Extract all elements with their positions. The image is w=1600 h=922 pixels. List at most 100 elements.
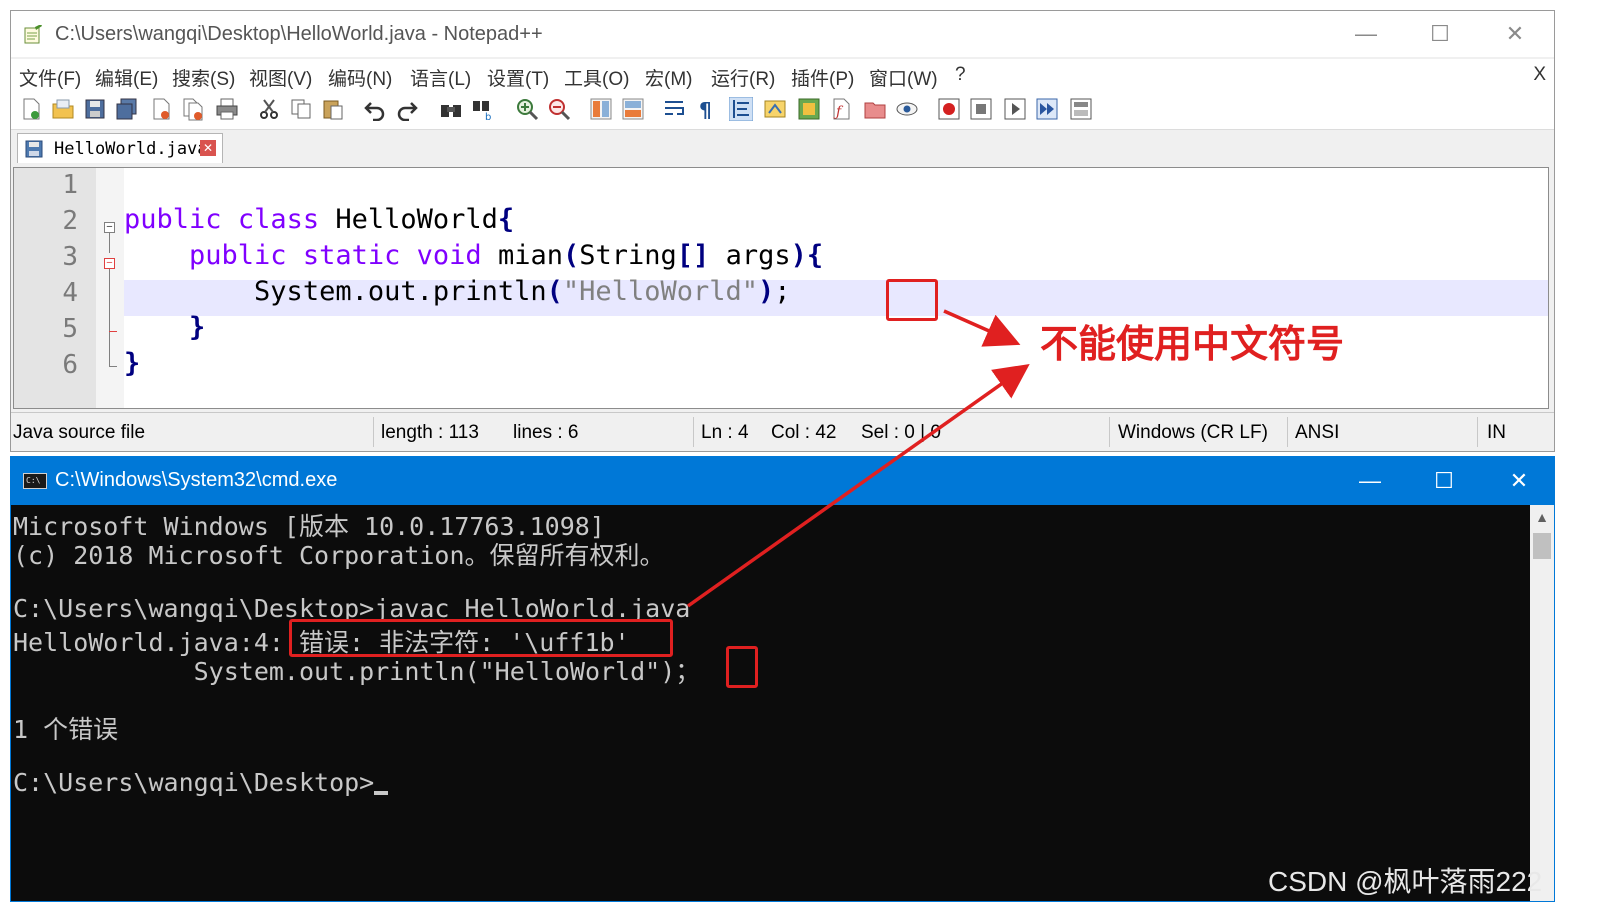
notepadpp-window: C:\Users\wangqi\Desktop\HelloWorld.java … (10, 10, 1555, 452)
menu-macro[interactable]: 宏(M) (645, 64, 692, 91)
menu-search[interactable]: 搜索(S) (172, 64, 235, 91)
code-editor[interactable]: 1 2 3 4 5 6 − − public class HelloWorld{… (13, 167, 1549, 409)
status-insert-mode: IN (1487, 422, 1506, 443)
scrollbar-thumb[interactable] (1533, 533, 1551, 559)
tab-helloworld-java[interactable]: HelloWorld.java ✕ (17, 133, 223, 163)
open-file-icon[interactable] (51, 97, 75, 121)
user-language-icon[interactable] (763, 97, 787, 121)
line-number: 4 (62, 278, 78, 308)
indent-guide-icon[interactable] (729, 97, 753, 121)
keyword-public: public (189, 240, 287, 271)
function-list-icon[interactable]: ƒ (829, 97, 853, 121)
line-number: 2 (62, 206, 78, 236)
menu-settings[interactable]: 设置(T) (487, 64, 549, 91)
paste-icon[interactable] (321, 97, 345, 121)
find-icon[interactable] (439, 97, 463, 121)
console-prompt: C:\Users\wangqi\Desktop> (13, 768, 375, 797)
document-map-icon[interactable] (797, 97, 821, 121)
notepadpp-app-icon (24, 25, 42, 44)
string-literal: "HelloWorld" (562, 276, 758, 307)
word-wrap-icon[interactable] (663, 97, 687, 121)
menu-help[interactable]: ? (955, 64, 966, 86)
menu-tools[interactable]: 工具(O) (564, 64, 629, 91)
undo-icon[interactable] (363, 97, 387, 121)
method-name: mian (497, 240, 563, 271)
show-all-characters-icon[interactable]: ¶ (695, 97, 719, 121)
run-macro-multiple-icon[interactable] (1035, 97, 1059, 121)
status-column: Col : 42 (771, 422, 837, 443)
cmd-minimize-button[interactable]: — (1350, 466, 1390, 496)
notepad-maximize-button[interactable]: ☐ (1420, 19, 1460, 49)
close-all-icon[interactable] (181, 97, 205, 121)
notepad-minimize-button[interactable]: — (1346, 19, 1386, 49)
svg-text:¶: ¶ (699, 98, 712, 121)
param-name: args (725, 240, 791, 271)
folder-workspace-icon[interactable] (863, 97, 887, 121)
sync-horizontal-icon[interactable] (621, 97, 645, 121)
cmd-scrollbar[interactable]: ▲ (1530, 505, 1554, 901)
menu-plugins[interactable]: 插件(P) (791, 64, 854, 91)
fullwidth-semicolon: ; (774, 276, 791, 307)
cmd-window: C:\ C:\Windows\System32\cmd.exe — ☐ ✕ Mi… (10, 456, 1555, 902)
code-line-3: public static void mian(String[] args){ (124, 240, 823, 271)
menu-close-document[interactable]: X (1533, 64, 1546, 86)
keyword-public: public (124, 204, 222, 235)
playback-macro-icon[interactable] (1003, 97, 1027, 121)
cmd-titlebar: C:\ C:\Windows\System32\cmd.exe — ☐ ✕ (11, 457, 1554, 505)
save-macro-icon[interactable] (1069, 97, 1093, 121)
menu-edit[interactable]: 编辑(E) (95, 64, 158, 91)
sync-vertical-icon[interactable] (589, 97, 613, 121)
console-prompt-line: C:\Users\wangqi\Desktop> (13, 768, 389, 797)
cmd-console-output[interactable]: Microsoft Windows [版本 10.0.17763.1098] (… (11, 505, 1528, 901)
close-brace: } (124, 348, 141, 379)
array-brackets: [] (676, 240, 710, 271)
menu-encoding[interactable]: 编码(N) (328, 64, 392, 91)
notepad-close-button[interactable]: ✕ (1495, 19, 1535, 49)
save-all-icon[interactable] (115, 97, 139, 121)
scroll-up-arrow-icon[interactable]: ▲ (1530, 509, 1554, 529)
close-paren: ) (790, 240, 807, 271)
new-file-icon[interactable] (19, 97, 43, 121)
cmd-close-button[interactable]: ✕ (1499, 466, 1539, 496)
line-number: 1 (62, 170, 78, 200)
fold-toggle-icon[interactable]: − (104, 222, 115, 233)
cmd-maximize-button[interactable]: ☐ (1424, 466, 1464, 496)
menu-language[interactable]: 语言(L) (410, 64, 471, 91)
text-cursor (374, 791, 389, 795)
code-line-2: public class HelloWorld{ (124, 204, 514, 235)
zoom-out-icon[interactable] (547, 97, 571, 121)
cut-icon[interactable] (257, 97, 281, 121)
menu-window[interactable]: 窗口(W) (869, 64, 938, 91)
highlight-box-error-message (289, 619, 673, 657)
highlight-box-console-semicolon (726, 646, 758, 688)
status-lines: lines : 6 (513, 422, 579, 443)
stop-recording-icon[interactable] (969, 97, 993, 121)
menu-view[interactable]: 视图(V) (249, 64, 312, 91)
copy-icon[interactable] (289, 97, 313, 121)
console-line: (c) 2018 Microsoft Corporation。保留所有权利。 (13, 541, 665, 570)
annotation-label: 不能使用中文符号 (1040, 322, 1345, 366)
zoom-in-icon[interactable] (515, 97, 539, 121)
close-file-icon[interactable] (149, 97, 173, 121)
fold-toggle-icon[interactable]: − (104, 258, 115, 269)
replace-icon[interactable]: b (471, 97, 495, 121)
keyword-class: class (237, 204, 320, 235)
tab-close-icon[interactable]: ✕ (200, 140, 216, 156)
print-icon[interactable] (215, 97, 239, 121)
monitoring-eye-icon[interactable] (895, 97, 919, 121)
status-encoding: ANSI (1295, 422, 1340, 443)
close-brace: } (189, 312, 206, 343)
fold-margin: − − (96, 168, 124, 408)
menu-run[interactable]: 运行(R) (711, 64, 775, 91)
line-number: 5 (62, 314, 78, 344)
keyword-static: static (302, 240, 401, 271)
status-selection: Sel : 0 | 0 (861, 422, 941, 443)
open-brace: { (497, 204, 515, 235)
save-icon[interactable] (83, 97, 107, 121)
class-name: HelloWorld (335, 204, 498, 235)
menu-file[interactable]: 文件(F) (19, 64, 81, 91)
open-paren: ( (562, 240, 580, 271)
record-macro-icon[interactable] (937, 97, 961, 121)
redo-icon[interactable] (395, 97, 419, 121)
